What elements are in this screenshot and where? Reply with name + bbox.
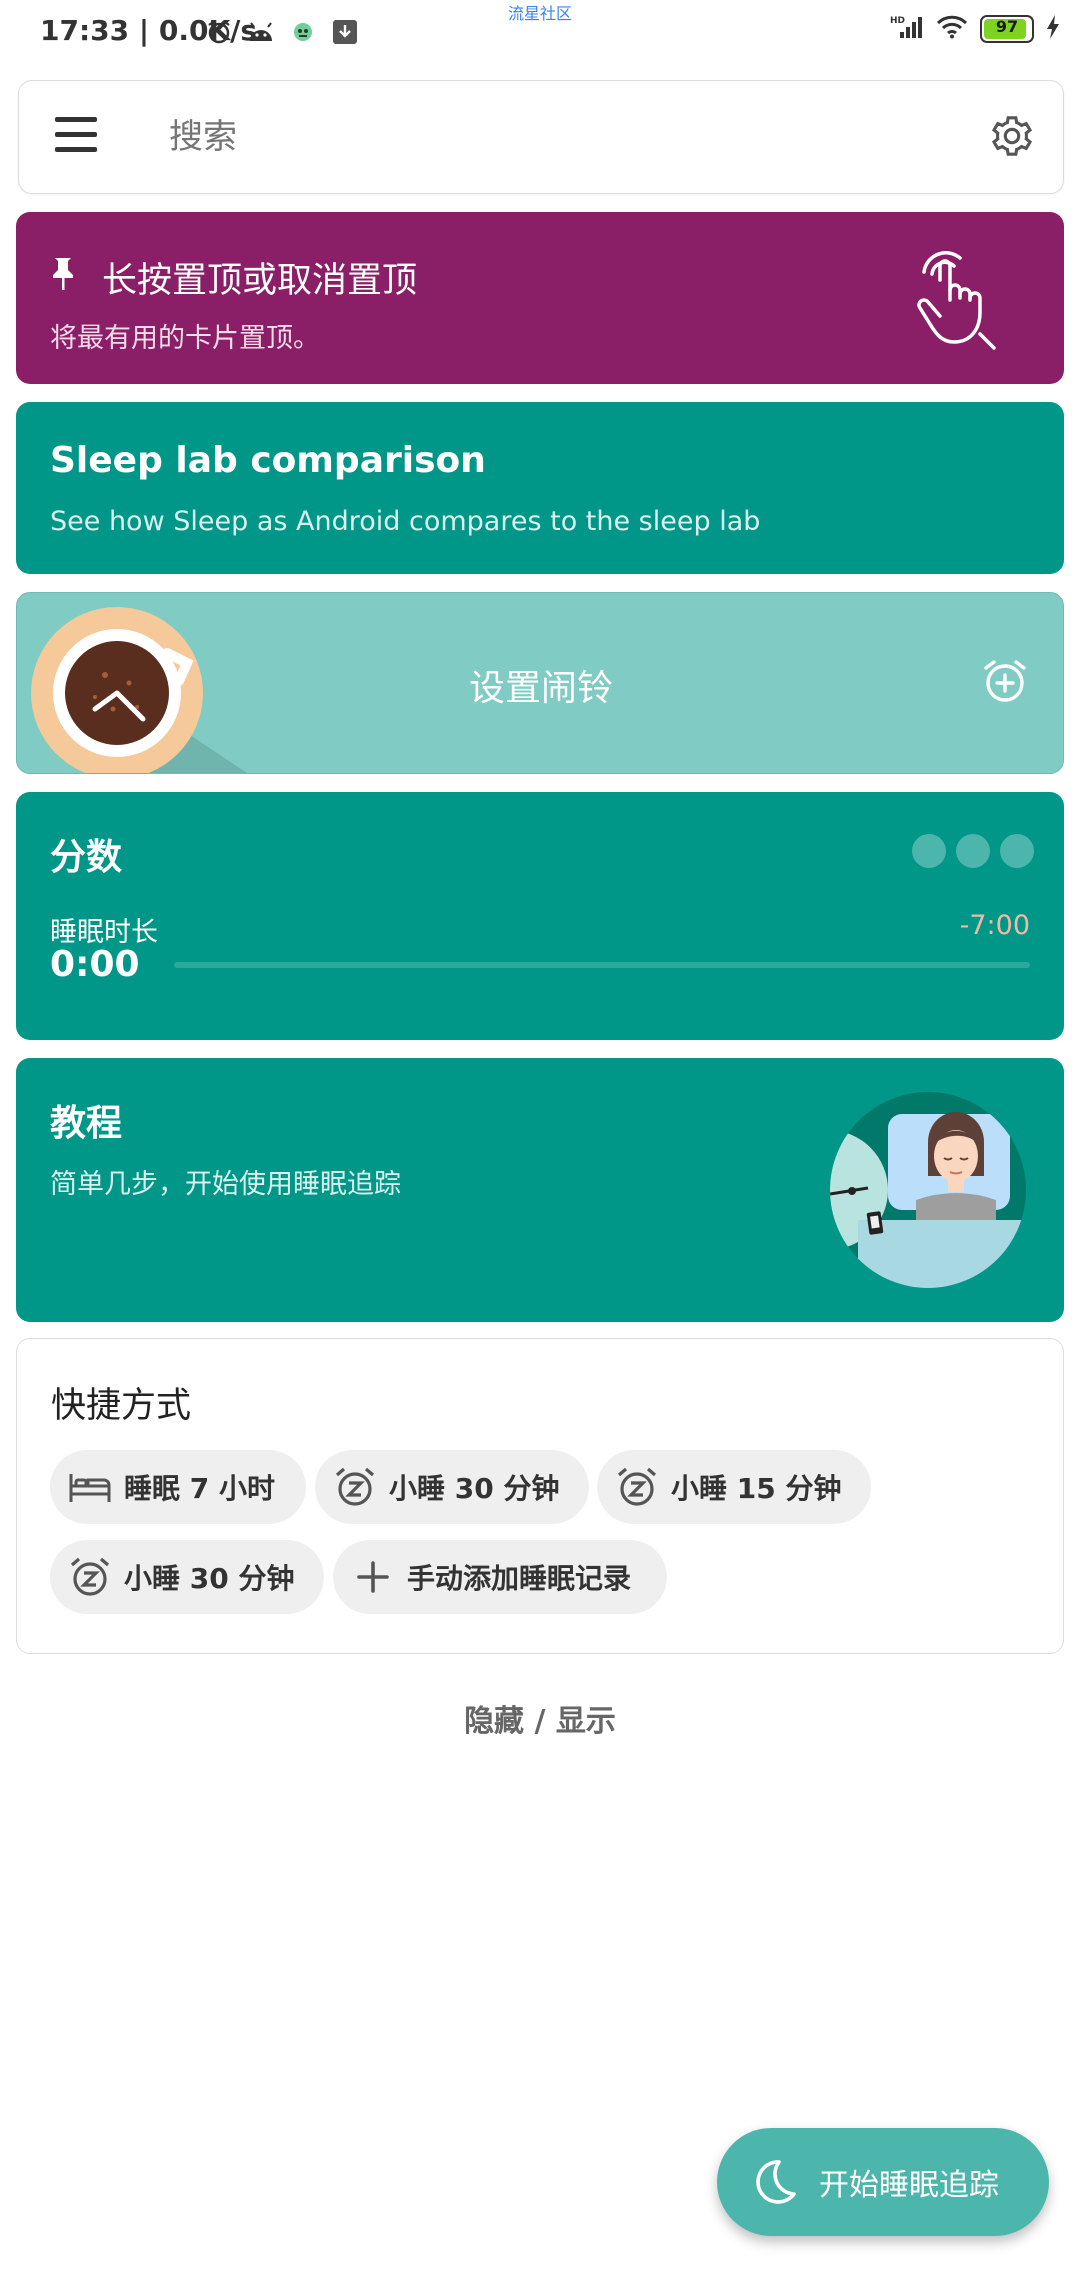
plus-icon	[351, 1555, 395, 1599]
shortcut-nap-15[interactable]: 小睡 15 分钟	[597, 1450, 871, 1524]
search-input[interactable]	[167, 108, 951, 166]
pin-hint-card[interactable]: 长按置顶或取消置顶 将最有用的卡片置顶。	[16, 212, 1064, 384]
pin-card-title: 长按置顶或取消置顶	[102, 261, 418, 301]
snooze-alarm-icon	[68, 1555, 112, 1599]
shortcut-label: 手动添加睡眠记录	[407, 1562, 632, 1595]
score-dot	[956, 834, 990, 868]
signal-hd-icon: HD	[890, 14, 924, 44]
lab-card-title: Sleep lab comparison	[50, 440, 486, 481]
shortcut-nap-30[interactable]: 小睡 30 分钟	[315, 1450, 589, 1524]
add-alarm-icon[interactable]	[981, 657, 1029, 705]
search-bar	[18, 80, 1064, 194]
shortcut-label: 小睡 30 分钟	[124, 1562, 295, 1595]
set-alarm-card[interactable]: 设置闹铃	[16, 592, 1064, 774]
lab-card-subtitle: See how Sleep as Android compares to the…	[50, 506, 761, 537]
gear-icon[interactable]	[989, 113, 1035, 159]
separator: |	[129, 14, 159, 47]
notification-icons	[205, 14, 359, 50]
snooze-alarm-icon	[333, 1465, 377, 1509]
score-card-title: 分数	[50, 837, 123, 878]
start-sleep-tracking-button[interactable]: 开始睡眠追踪	[717, 2128, 1049, 2236]
sleeping-woman-icon	[828, 1090, 1028, 1290]
status-bar: 流星社区 17:33 | 0.0K/s HD 97	[0, 0, 1080, 66]
sleep-duration-target: -7:00	[959, 910, 1030, 941]
sleep-lab-card[interactable]: Sleep lab comparison See how Sleep as An…	[16, 402, 1064, 574]
bed-icon	[68, 1465, 112, 1509]
shortcut-label: 小睡 15 分钟	[671, 1472, 842, 1505]
snooze-alarm-icon	[615, 1465, 659, 1509]
download-icon	[331, 18, 359, 46]
moon-icon	[749, 2157, 799, 2207]
touch-hand-icon	[910, 242, 1010, 354]
clock-time: 17:33	[40, 14, 130, 47]
pin-card-subtitle: 将最有用的卡片置顶。	[50, 323, 320, 354]
tutorial-card-title: 教程	[50, 1103, 123, 1144]
score-dot	[1000, 834, 1034, 868]
score-dot	[912, 834, 946, 868]
sleep-duration-value: 0:00	[50, 944, 140, 985]
menu-icon[interactable]	[55, 117, 97, 157]
sleep-duration-track	[174, 962, 1030, 968]
alarm-icon	[205, 18, 233, 46]
tutorial-card[interactable]: 教程 简单几步，开始使用睡眠追踪	[16, 1058, 1064, 1322]
score-dots	[912, 834, 1034, 868]
svg-text:HD: HD	[890, 16, 905, 26]
shortcut-add-record[interactable]: 手动添加睡眠记录	[333, 1540, 667, 1614]
shortcuts-title: 快捷方式	[51, 1386, 192, 1426]
battery-level: 97	[995, 17, 1019, 36]
shortcut-label: 小睡 30 分钟	[389, 1472, 560, 1505]
shortcut-nap-30-second[interactable]: 小睡 30 分钟	[50, 1540, 324, 1614]
set-alarm-label: 设置闹铃	[468, 668, 613, 709]
hide-show-toggle[interactable]: 隐藏 / 显示	[0, 1696, 1080, 1740]
pin-icon	[50, 256, 76, 292]
android-icon	[247, 18, 275, 46]
battery-icon: 97	[980, 15, 1034, 43]
score-card[interactable]: 分数 睡眠时长 0:00 -7:00	[16, 792, 1064, 1040]
app-icon	[289, 18, 317, 46]
tutorial-card-subtitle: 简单几步，开始使用睡眠追踪	[50, 1169, 401, 1200]
wifi-icon	[936, 15, 968, 43]
charging-icon	[1046, 15, 1060, 43]
fab-label: 开始睡眠追踪	[819, 2168, 999, 2203]
system-icons: HD 97	[890, 14, 1060, 44]
shortcut-sleep-7h[interactable]: 睡眠 7 小时	[50, 1450, 306, 1524]
shortcuts-card: 快捷方式 睡眠 7 小时 小睡 30 分钟 小睡 15 分钟 小睡 30 分钟 …	[16, 1338, 1064, 1654]
shortcut-label: 睡眠 7 小时	[124, 1472, 275, 1505]
